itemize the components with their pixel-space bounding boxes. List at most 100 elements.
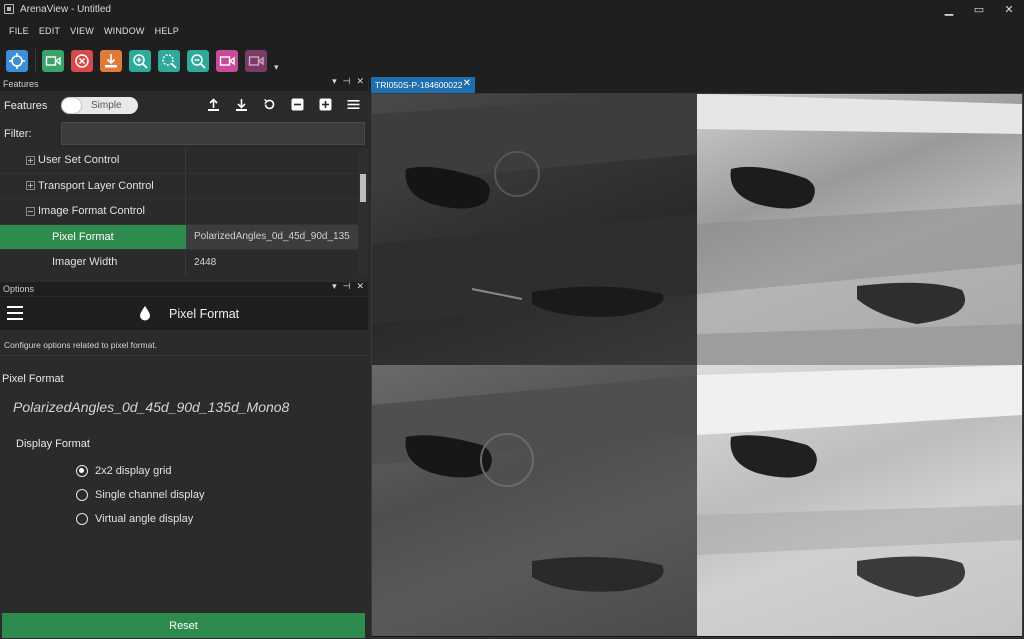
save-image-icon <box>105 53 117 67</box>
minimize-button[interactable]: ▁ <box>934 0 964 18</box>
features-dock-label: Features <box>3 79 39 89</box>
scene-graphic <box>697 94 1022 365</box>
save-image-button[interactable] <box>100 49 122 72</box>
tree-row-label: Pixel Format <box>52 230 114 243</box>
menu-edit[interactable]: EDIT <box>39 26 60 36</box>
menu-view[interactable]: VIEW <box>70 26 94 36</box>
upload-icon <box>207 97 219 111</box>
tab-camera-view[interactable]: TRI050S-P-184600022 ✕ <box>371 77 475 93</box>
pixel-format-value[interactable]: PolarizedAngles_0d_45d_90d_135 <box>186 224 358 249</box>
menu-file[interactable]: FILE <box>9 26 29 36</box>
window-title: ArenaView - Untitled <box>20 3 111 15</box>
dock-menu-icon[interactable]: ▾ <box>332 282 337 292</box>
record-button[interactable] <box>216 49 238 72</box>
radio-label: Virtual angle display <box>95 513 194 525</box>
connect-button[interactable] <box>6 49 28 72</box>
scene-graphic <box>697 365 1022 597</box>
start-stream-icon <box>45 55 61 66</box>
features-menu-button[interactable] <box>346 97 360 111</box>
expand-icon[interactable] <box>26 181 35 191</box>
options-panel: Pixel Format Configure options related t… <box>0 297 368 639</box>
options-dock-buttons: ▾ ⊣ ✕ <box>332 282 364 292</box>
filter-row: Filter: <box>0 119 368 148</box>
toolbar: ▾ <box>0 44 1024 77</box>
filter-label: Filter: <box>4 128 32 140</box>
expand-all-icon <box>319 98 331 110</box>
window-controls: ▁ ▭ ✕ <box>934 0 1024 18</box>
radio-2x2-grid[interactable]: 2x2 display grid <box>76 465 171 477</box>
download-icon <box>235 98 247 111</box>
expand-icon[interactable] <box>26 155 35 165</box>
app-icon <box>4 4 14 14</box>
tree-row-pixel-format[interactable]: Pixel Format PolarizedAngles_0d_45d_90d_… <box>0 224 358 250</box>
zoom-fit-icon <box>162 53 177 69</box>
pixel-format-label: Pixel Format <box>2 373 64 385</box>
scene-graphic <box>372 375 697 592</box>
hamburger-icon[interactable] <box>7 306 23 320</box>
dock-pin-icon[interactable]: ⊣ <box>343 77 351 87</box>
tree-row-image-format-control[interactable]: Image Format Control <box>0 199 358 225</box>
collapse-all-button[interactable] <box>290 97 304 111</box>
image-viewer[interactable] <box>371 93 1023 638</box>
imager-width-value[interactable]: 2448 <box>186 257 358 268</box>
display-format-label: Display Format <box>16 438 90 450</box>
record-disabled-button[interactable] <box>245 49 267 72</box>
dock-close-icon[interactable]: ✕ <box>356 77 364 87</box>
upload-button[interactable] <box>206 97 220 111</box>
tree-row-transport-layer-control[interactable]: Transport Layer Control <box>0 173 358 199</box>
options-title: Pixel Format <box>169 307 240 321</box>
restore-button[interactable]: ▭ <box>964 0 994 18</box>
menu-help[interactable]: HELP <box>155 26 179 36</box>
scrollbar-thumb[interactable] <box>360 174 366 202</box>
start-stream-button[interactable] <box>42 49 64 72</box>
connect-icon <box>9 52 25 69</box>
refresh-button[interactable] <box>262 97 276 111</box>
radio-single-channel[interactable]: Single channel display <box>76 489 204 501</box>
menu-window[interactable]: WINDOW <box>104 26 145 36</box>
dock-pin-icon[interactable]: ⊣ <box>343 282 351 292</box>
refresh-icon <box>263 98 274 109</box>
zoom-in-button[interactable] <box>129 49 151 72</box>
radio-virtual-angle[interactable]: Virtual angle display <box>76 513 193 525</box>
dock-close-icon[interactable]: ✕ <box>356 282 364 292</box>
radio-button-checked[interactable] <box>76 465 88 477</box>
polarization-image-90deg <box>372 365 697 636</box>
zoom-in-icon <box>133 53 148 69</box>
features-dock-buttons: ▾ ⊣ ✕ <box>332 77 364 87</box>
reset-button[interactable]: Reset <box>2 613 365 638</box>
polarization-image-45deg <box>697 94 1022 365</box>
zoom-out-button[interactable] <box>187 49 209 72</box>
collapse-icon[interactable] <box>26 206 35 216</box>
expand-all-button[interactable] <box>318 97 332 111</box>
toolbar-overflow-icon[interactable]: ▾ <box>274 63 279 73</box>
polarization-image-135deg <box>697 365 1022 636</box>
menu-bar: FILE EDIT VIEW WINDOW HELP <box>0 18 1024 44</box>
features-scrollbar[interactable] <box>358 148 368 275</box>
viewer-tab-bar: TRI050S-P-184600022 ✕ <box>369 77 1024 93</box>
radio-button[interactable] <box>76 513 88 525</box>
stop-icon <box>75 53 89 68</box>
radio-button[interactable] <box>76 489 88 501</box>
stop-button[interactable] <box>71 49 93 72</box>
tree-row-user-set-control[interactable]: User Set Control <box>0 148 358 174</box>
zoom-fit-button[interactable] <box>158 49 180 72</box>
close-button[interactable]: ✕ <box>994 0 1024 18</box>
tree-row-label: Transport Layer Control <box>38 179 154 192</box>
tree-row-label: Imager Width <box>52 256 118 269</box>
download-button[interactable] <box>234 97 248 111</box>
divider <box>0 355 368 356</box>
tree-row-name: Imager Width <box>0 250 186 275</box>
dock-menu-icon[interactable]: ▾ <box>332 77 337 87</box>
mode-toggle[interactable]: Simple <box>61 97 138 114</box>
features-actions <box>206 97 360 111</box>
title-bar: ArenaView - Untitled ▁ ▭ ✕ <box>0 0 1024 18</box>
features-header: Features Simple <box>0 92 368 119</box>
tree-row-label: Image Format Control <box>38 205 145 218</box>
tab-close-icon[interactable]: ✕ <box>463 78 471 89</box>
zoom-out-icon <box>191 53 206 69</box>
collapse-all-icon <box>291 98 303 110</box>
tree-row-imager-width[interactable]: Imager Width 2448 <box>0 250 358 275</box>
filter-input[interactable] <box>61 122 365 145</box>
features-dock-title: Features ▾ ⊣ ✕ <box>0 77 368 91</box>
drop-icon <box>140 306 150 321</box>
